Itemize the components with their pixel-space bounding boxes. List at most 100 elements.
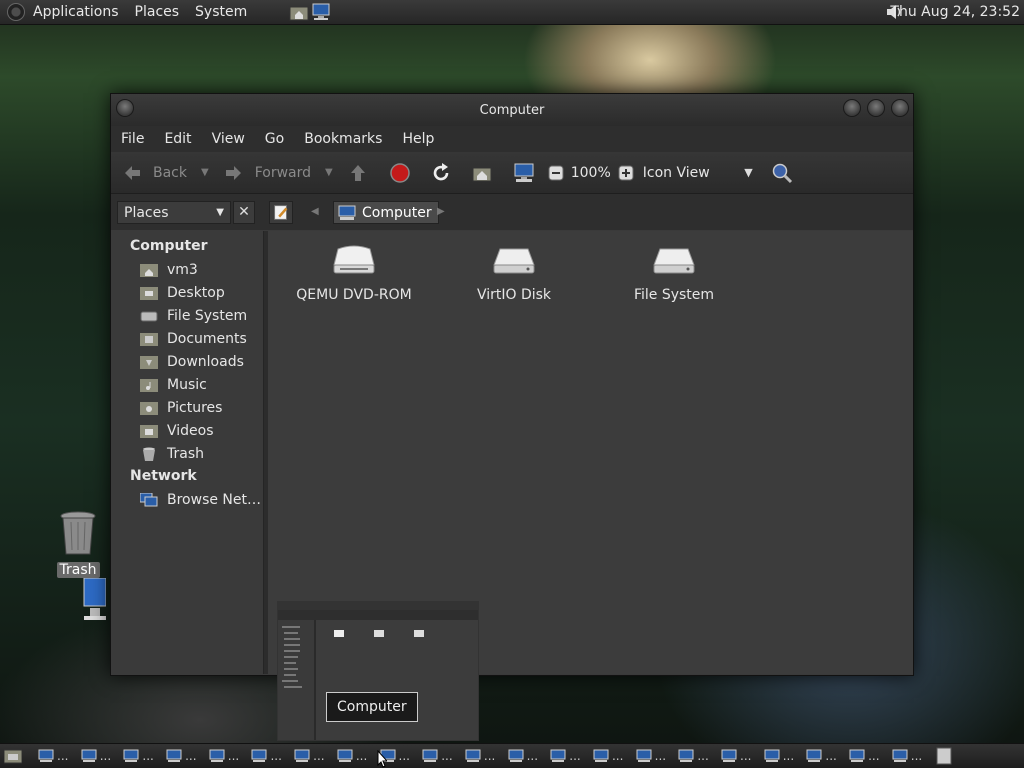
window-titlebar[interactable]: Computer	[111, 94, 913, 126]
taskbar-window-button[interactable]: ...	[292, 746, 335, 766]
file-item-file-system[interactable]: File System	[594, 231, 754, 303]
back-arrow-icon	[125, 165, 140, 180]
show-desktop-icon[interactable]	[4, 748, 22, 764]
taskbar-window-button[interactable]: ...	[121, 746, 164, 766]
applications-menu[interactable]: Applications	[25, 4, 127, 20]
sidebar-item-pictures[interactable]: Pictures	[116, 396, 263, 419]
sidebar-item-label: Desktop	[167, 284, 225, 301]
file-item-qemu-dvd-rom[interactable]: QEMU DVD-ROM	[274, 231, 434, 303]
taskbar-window-button[interactable]: ...	[719, 746, 762, 766]
taskbar-window-button[interactable]: ...	[591, 746, 634, 766]
distro-logo-icon[interactable]	[7, 3, 25, 21]
taskbar-window-button[interactable]: ...	[207, 746, 250, 766]
taskbar-window-button[interactable]: ...	[804, 746, 847, 766]
sidebar-item-label: Music	[167, 376, 207, 393]
toolbar: Back ▼ Forward ▼ 100% Icon View ▼	[111, 152, 913, 194]
up-arrow-icon[interactable]	[347, 162, 369, 184]
view-mode-select[interactable]: Icon View ▼	[643, 165, 753, 181]
close-button[interactable]	[891, 99, 909, 117]
sidebar-heading-computer: Computer	[130, 238, 208, 254]
window-menu-button[interactable]	[116, 99, 134, 117]
clock[interactable]: Thu Aug 24, 23:52	[890, 4, 1020, 20]
stop-icon[interactable]	[389, 162, 411, 184]
sidebar-heading-network: Network	[130, 468, 197, 484]
taskbar-window-label: ...	[441, 749, 453, 763]
taskbar-window-label: ...	[355, 749, 368, 763]
sidebar-item-music[interactable]: Music	[116, 373, 263, 396]
sidebar-item-label: Trash	[167, 445, 204, 462]
computer-window-icon	[849, 749, 865, 762]
computer-icon[interactable]	[513, 162, 535, 184]
taskbar-window-button[interactable]: ...	[249, 746, 292, 766]
taskbar-window-button[interactable]: ...	[548, 746, 591, 766]
taskbar-window-button[interactable]: ...	[164, 746, 207, 766]
system-menu[interactable]: System	[187, 4, 255, 20]
location-bar: Places ▼ ✕ ◀ Computer ▶	[111, 194, 913, 230]
view-mode-label: Icon View	[642, 164, 710, 181]
maximize-button[interactable]	[867, 99, 885, 117]
sidebar-item-label: Browse Net…	[167, 491, 262, 508]
sidebar-item-filesystem[interactable]: File System	[116, 304, 263, 327]
taskbar-window-button[interactable]: ...	[762, 746, 805, 766]
sidebar-item-trash[interactable]: Trash	[116, 442, 263, 465]
computer-window-icon	[38, 749, 54, 762]
sidebar-item-desktop[interactable]: Desktop	[116, 281, 263, 304]
taskbar-window-button[interactable]: ...	[463, 746, 506, 766]
back-history-dropdown[interactable]: ▼	[201, 167, 209, 178]
edit-location-icon[interactable]	[269, 201, 293, 224]
places-menu[interactable]: Places	[127, 4, 188, 20]
menu-go[interactable]: Go	[255, 131, 294, 147]
taskbar-window-button[interactable]: ...	[79, 746, 122, 766]
computer-window-icon	[892, 749, 908, 762]
breadcrumb-scroll-left-icon[interactable]: ◀	[311, 206, 319, 217]
desktop-trash[interactable]: Trash	[56, 510, 100, 578]
taskbar-window-button[interactable]: ...	[335, 746, 378, 766]
file-item-virtio-disk[interactable]: VirtIO Disk	[434, 231, 594, 303]
music-folder-icon	[140, 378, 158, 392]
taskbar-window-button[interactable]: ...	[676, 746, 719, 766]
zoom-level[interactable]: 100%	[571, 165, 611, 181]
computer-window-icon	[465, 749, 481, 762]
menu-edit[interactable]: Edit	[154, 131, 201, 147]
taskbar-window-button[interactable]: ...	[634, 746, 677, 766]
forward-button[interactable]: Forward	[223, 162, 311, 184]
forward-label: Forward	[254, 164, 312, 181]
home-folder-launcher-icon[interactable]	[289, 3, 309, 21]
menu-file[interactable]: File	[111, 131, 154, 147]
menu-help[interactable]: Help	[392, 131, 444, 147]
sidebar-item-downloads[interactable]: Downloads	[116, 350, 263, 373]
back-button[interactable]: Back	[121, 162, 187, 184]
computer-window-icon	[678, 749, 694, 762]
taskbar-window-button[interactable]: ...	[36, 746, 79, 766]
sidebar-item-documents[interactable]: Documents	[116, 327, 263, 350]
breadcrumb-computer[interactable]: Computer	[333, 201, 439, 224]
menu-view[interactable]: View	[202, 131, 255, 147]
minimize-button[interactable]	[843, 99, 861, 117]
sidebar-item-vm3[interactable]: vm3	[116, 258, 263, 281]
sidebar-item-browse-network[interactable]: Browse Net…	[116, 488, 263, 511]
forward-history-dropdown[interactable]: ▼	[325, 167, 333, 178]
home-icon[interactable]	[471, 162, 493, 184]
sidebar-mode-select[interactable]: Places ▼	[117, 201, 231, 224]
taskbar-window-label: ...	[57, 749, 69, 763]
reload-icon[interactable]	[430, 162, 452, 184]
sidebar-item-videos[interactable]: Videos	[116, 419, 263, 442]
taskbar-window-button[interactable]: ...	[420, 746, 463, 766]
taskbar-window-button[interactable]: ...	[506, 746, 549, 766]
close-sidebar-button[interactable]: ✕	[233, 201, 255, 224]
computer-launcher-icon[interactable]	[311, 3, 331, 21]
breadcrumb-scroll-right-icon[interactable]: ▶	[437, 206, 445, 217]
menu-bookmarks[interactable]: Bookmarks	[294, 131, 392, 147]
search-icon[interactable]	[771, 162, 793, 184]
zoom-in-icon[interactable]	[615, 162, 637, 184]
taskbar-window-button[interactable]: ...	[847, 746, 890, 766]
desktop-computer-icon[interactable]	[82, 578, 106, 622]
zoom-out-icon[interactable]	[545, 162, 567, 184]
taskbar-window-label: ...	[569, 749, 581, 763]
taskbar-window-button[interactable]: ...	[890, 746, 933, 766]
pictures-folder-icon	[140, 401, 158, 415]
taskbar-window-label: ...	[825, 749, 837, 763]
workspace-switcher-icon[interactable]	[936, 747, 952, 765]
computer-window-icon	[764, 749, 780, 762]
window-title: Computer	[479, 102, 545, 118]
